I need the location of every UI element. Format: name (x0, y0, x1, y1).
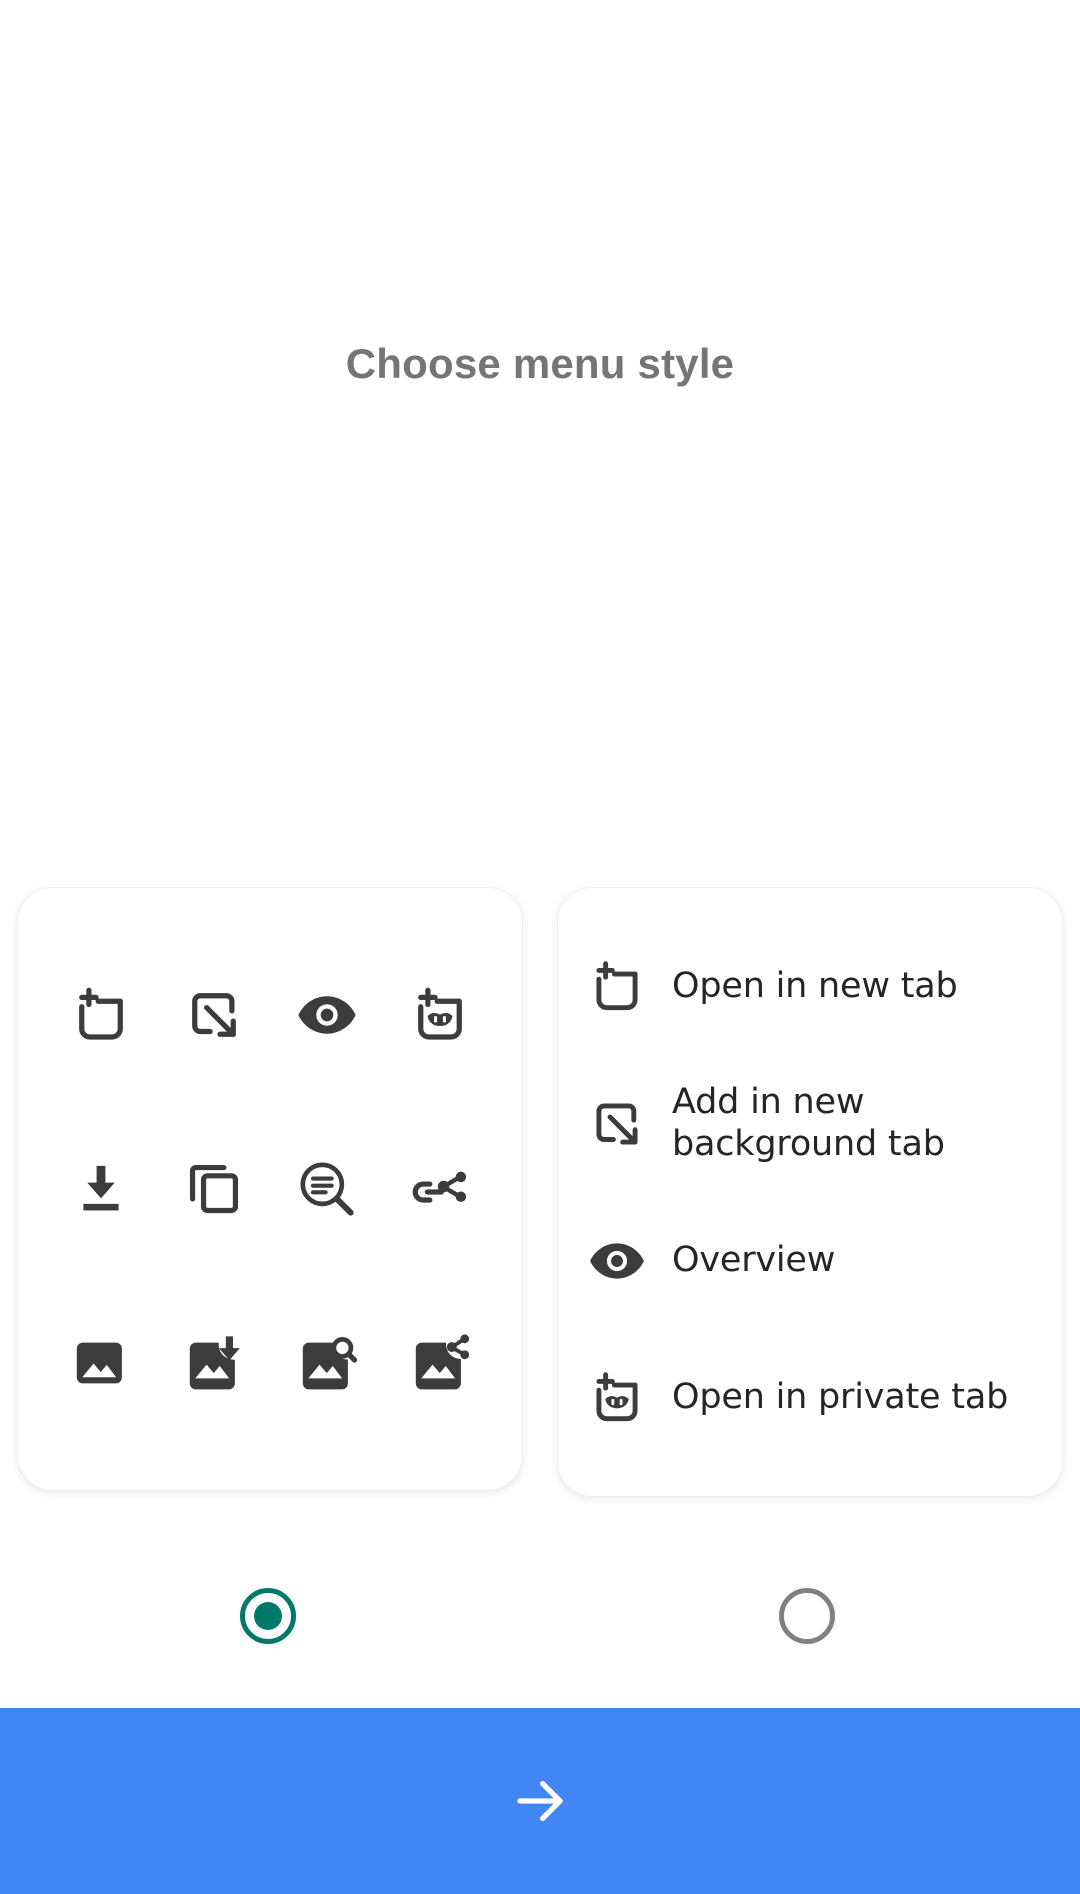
menu-item-label: Add in new background tab (672, 1082, 945, 1164)
grid-cell-image-search[interactable] (270, 1276, 383, 1450)
grid-cell-open-in-new-tab[interactable] (44, 928, 157, 1102)
open-in-new-tab-icon (68, 982, 134, 1048)
grid-cell-share-link[interactable] (383, 1102, 496, 1276)
style-selector-radios (0, 1588, 1080, 1678)
grid-cell-image[interactable] (44, 1276, 157, 1450)
menu-item-add-in-new-background-tab[interactable]: Add in new background tab (558, 1076, 1062, 1172)
overview-icon (586, 1230, 672, 1292)
menu-item-label: Open in new tab (672, 965, 958, 1006)
open-in-private-tab-icon (407, 982, 473, 1048)
grid-cell-add-in-new-background-tab[interactable] (157, 928, 270, 1102)
grid-cell-download[interactable] (44, 1102, 157, 1276)
open-in-private-tab-icon (586, 1367, 672, 1429)
copy-icon (181, 1156, 247, 1222)
grid-cell-image-download[interactable] (157, 1276, 270, 1450)
menu-item-open-in-new-tab[interactable]: Open in new tab (558, 939, 1062, 1035)
share-link-icon (407, 1156, 473, 1222)
open-in-new-tab-icon (586, 956, 672, 1018)
add-in-new-background-tab-icon (181, 982, 247, 1048)
find-in-page-icon (294, 1156, 360, 1222)
radio-list-style[interactable] (779, 1588, 835, 1644)
overview-icon (294, 982, 360, 1048)
grid-cell-overview[interactable] (270, 928, 383, 1102)
grid-cell-find-in-page[interactable] (270, 1102, 383, 1276)
image-icon (68, 1330, 134, 1396)
menu-item-label: Open in private tab (672, 1376, 1009, 1417)
grid-cell-image-share[interactable] (383, 1276, 496, 1450)
menu-style-list-card[interactable]: Open in new tab Add in new background ta… (558, 888, 1062, 1496)
menu-style-grid-card[interactable] (18, 888, 522, 1490)
grid-cell-open-in-private-tab[interactable] (383, 928, 496, 1102)
radio-grid-style[interactable] (240, 1588, 296, 1644)
image-share-icon (407, 1330, 473, 1396)
grid-cell-copy[interactable] (157, 1102, 270, 1276)
menu-item-overview[interactable]: Overview (558, 1213, 1062, 1309)
download-icon (68, 1156, 134, 1222)
image-search-icon (294, 1330, 360, 1396)
menu-item-label: Overview (672, 1239, 836, 1280)
menu-style-options: Open in new tab Add in new background ta… (0, 888, 1080, 1508)
page-title: Choose menu style (345, 340, 735, 387)
image-download-icon (181, 1330, 247, 1396)
menu-item-open-in-private-tab[interactable]: Open in private tab (558, 1350, 1062, 1446)
add-in-new-background-tab-icon (586, 1093, 672, 1155)
arrow-right-icon (508, 1769, 572, 1833)
menu-item-list: Open in new tab Add in new background ta… (558, 918, 1062, 1466)
next-button[interactable] (0, 1708, 1080, 1894)
icon-grid (44, 928, 496, 1450)
